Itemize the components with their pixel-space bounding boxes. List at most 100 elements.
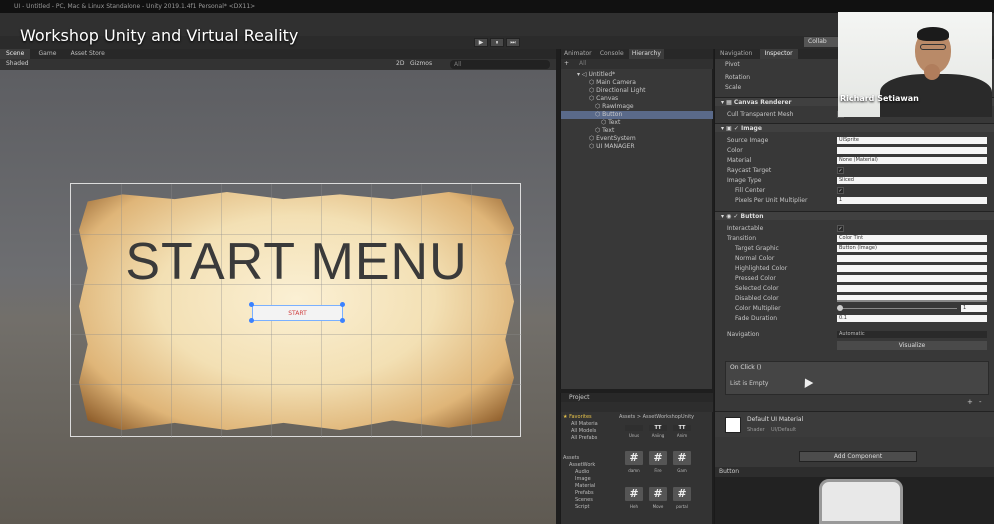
remove-event-button[interactable]: - xyxy=(979,398,982,406)
script-asset-thumbnail[interactable]: # xyxy=(649,487,667,501)
image-title: Image xyxy=(740,125,762,132)
button-component-header[interactable]: ▾ ◉ ✓ Button xyxy=(715,211,994,220)
tab-asset-store[interactable]: Asset Store xyxy=(65,49,111,59)
hierarchy-search-input[interactable]: All xyxy=(561,59,713,69)
transition-dropdown[interactable]: Color Tint xyxy=(837,235,987,242)
color-multiplier-knob[interactable] xyxy=(837,305,843,311)
normal-color-field[interactable] xyxy=(837,255,987,262)
script-asset-thumbnail[interactable]: # xyxy=(649,451,667,465)
add-event-button[interactable]: + xyxy=(967,398,973,406)
asset-thumbnail[interactable] xyxy=(625,425,643,431)
assets-folder[interactable]: Assets xyxy=(563,455,579,462)
rect-handle-top-right[interactable] xyxy=(340,302,345,307)
gizmos-dropdown[interactable]: Gizmos xyxy=(410,60,432,67)
start-button[interactable]: START xyxy=(252,305,343,321)
asset-thumbnail[interactable]: TT xyxy=(649,425,667,431)
asset-label: Unus xyxy=(628,433,640,438)
favorites-folder[interactable]: ★ Favorites xyxy=(563,414,592,421)
tab-scene[interactable]: Scene xyxy=(0,49,31,59)
scene-search-input[interactable]: All xyxy=(450,60,550,69)
asset-folder[interactable]: AssetWork xyxy=(569,462,595,469)
tab-game[interactable]: Game xyxy=(33,49,63,59)
hierarchy-item[interactable]: ⬡ RawImage xyxy=(561,103,713,111)
asset-folder[interactable]: Scenes xyxy=(575,497,593,504)
tab-project[interactable]: Project xyxy=(561,393,713,402)
preview-bar[interactable]: Button xyxy=(715,467,994,477)
material-section: Default UI Material Shader UI/Default xyxy=(715,411,994,437)
pause-button[interactable]: ⏸ xyxy=(490,38,504,47)
rect-handle-bottom-left[interactable] xyxy=(249,318,254,323)
raycast-checkbox[interactable]: ✓ xyxy=(837,167,844,174)
material-field[interactable]: None (Material) xyxy=(837,157,987,164)
shading-mode-dropdown[interactable]: Shaded xyxy=(6,60,29,67)
asset-label: portal xyxy=(676,504,688,509)
tab-inspector[interactable]: Inspector xyxy=(759,49,798,59)
highlighted-color-field[interactable] xyxy=(837,265,987,272)
navigation-dropdown[interactable]: Automatic xyxy=(837,331,987,338)
add-component-button[interactable]: Add Component xyxy=(799,451,917,462)
hierarchy-item[interactable]: ⬡ UI MANAGER xyxy=(561,143,713,151)
mode-2d-toggle[interactable]: 2D xyxy=(396,60,404,67)
hierarchy-item[interactable]: ⬡ Text xyxy=(561,127,713,135)
asset-folder[interactable]: Material xyxy=(575,483,595,490)
asset-folder[interactable]: Image xyxy=(575,476,591,483)
fill-center-checkbox[interactable]: ✓ xyxy=(837,187,844,194)
tab-navigation[interactable]: Navigation xyxy=(715,49,757,59)
on-click-label: On Click () xyxy=(730,364,762,371)
project-breadcrumb[interactable]: Assets > AssetWorkshopUnity xyxy=(619,414,694,420)
hierarchy-item[interactable]: ⬡ EventSystem xyxy=(561,135,713,143)
color-field[interactable] xyxy=(837,147,987,154)
tab-animator[interactable]: Animator xyxy=(561,49,595,59)
script-asset-thumbnail[interactable]: # xyxy=(673,451,691,465)
visualize-button[interactable]: Visualize xyxy=(837,341,987,350)
script-asset-thumbnail[interactable]: # xyxy=(625,487,643,501)
source-image-field[interactable]: UISprite xyxy=(837,137,987,144)
fade-duration-field[interactable]: 0.1 xyxy=(837,315,987,322)
step-button[interactable]: ⏭ xyxy=(506,38,520,47)
favorite-item[interactable]: All Materia xyxy=(571,421,598,428)
material-label: Material xyxy=(727,157,752,164)
color-multiplier-field[interactable]: 1 xyxy=(961,305,987,312)
presenter-glasses xyxy=(920,44,946,50)
tab-console[interactable]: Console xyxy=(597,49,627,59)
asset-folder[interactable]: Script xyxy=(575,504,590,511)
normal-color-label: Normal Color xyxy=(735,255,775,262)
interactable-checkbox[interactable]: ✓ xyxy=(837,225,844,232)
create-button[interactable]: + xyxy=(564,60,569,67)
asset-folder[interactable]: Prefabs xyxy=(575,490,594,497)
tab-hierarchy[interactable]: Hierarchy xyxy=(628,49,664,59)
play-button[interactable]: ▶ xyxy=(474,38,488,47)
scene-viewport[interactable]: START MENU START xyxy=(0,70,556,524)
hierarchy-item[interactable]: ⬡ Directional Light xyxy=(561,87,713,95)
shader-value[interactable]: UI/Default xyxy=(771,427,796,433)
favorite-item[interactable]: All Prefabs xyxy=(571,435,597,442)
grid-line xyxy=(471,184,472,438)
script-asset-thumbnail[interactable]: # xyxy=(673,487,691,501)
asset-thumbnail[interactable]: TT xyxy=(673,425,691,431)
target-graphic-field[interactable]: Button (Image) xyxy=(837,245,987,252)
collab-button[interactable]: Collab xyxy=(804,37,840,47)
hierarchy-item[interactable]: ⬡ Canvas xyxy=(561,95,713,103)
favorite-item[interactable]: All Models xyxy=(571,428,596,435)
ppu-field[interactable]: 1 xyxy=(837,197,987,204)
disabled-color-field[interactable] xyxy=(837,295,987,302)
hierarchy-item[interactable]: ⬡ Button xyxy=(561,111,713,119)
raycast-label: Raycast Target xyxy=(727,167,772,174)
sprite-preview xyxy=(715,477,994,524)
asset-folder[interactable]: Audio xyxy=(575,469,589,476)
fill-center-label: Fill Center xyxy=(735,187,766,194)
hierarchy-item[interactable]: ⬡ Text xyxy=(561,119,713,127)
pressed-color-field[interactable] xyxy=(837,275,987,282)
image-type-dropdown[interactable]: Sliced xyxy=(837,177,987,184)
script-asset-thumbnail[interactable]: # xyxy=(625,451,643,465)
image-component-header[interactable]: ▾ ▣ ✓ Image xyxy=(715,123,994,132)
project-panel: Project ★ Favorites All Materia All Mode… xyxy=(560,393,713,524)
rect-handle-bottom-right[interactable] xyxy=(340,318,345,323)
selected-color-field[interactable] xyxy=(837,285,987,292)
rect-handle-top-left[interactable] xyxy=(249,302,254,307)
color-multiplier-slider[interactable] xyxy=(837,308,957,309)
hierarchy-item[interactable]: ▾ ◁ Untitled* xyxy=(561,71,713,79)
hierarchy-item[interactable]: ⬡ Main Camera xyxy=(561,79,713,87)
scale-label: Scale xyxy=(725,84,742,91)
source-image-label: Source Image xyxy=(727,137,769,144)
